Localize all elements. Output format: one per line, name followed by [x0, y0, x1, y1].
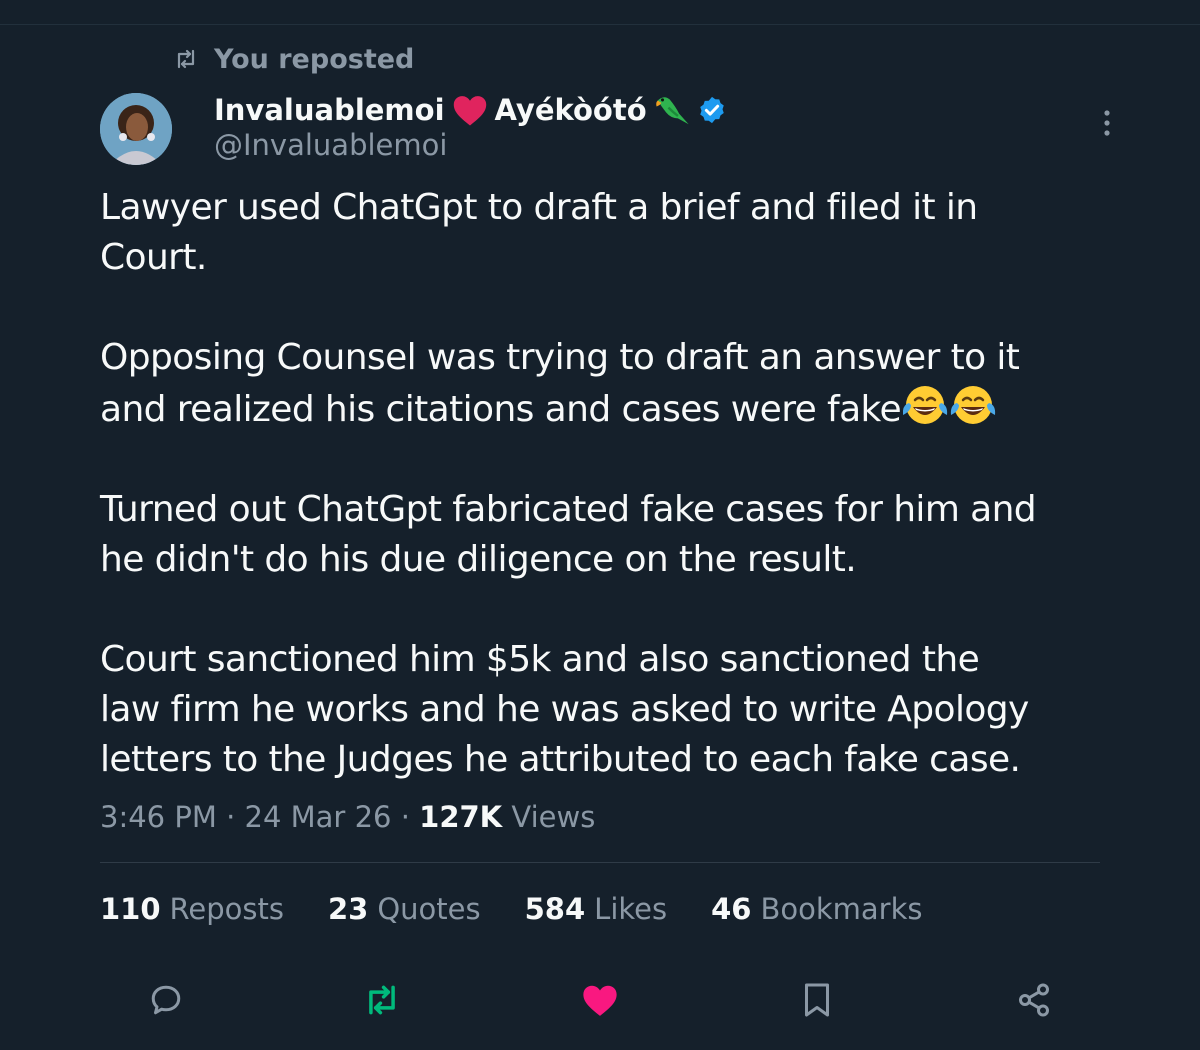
repost-icon: [369, 985, 395, 1015]
stat-bookmarks[interactable]: 46 Bookmarks: [711, 892, 922, 926]
stat-label: Likes: [594, 892, 668, 926]
author-handle[interactable]: @Invaluablemoi: [214, 128, 447, 162]
share-button[interactable]: [1010, 976, 1058, 1024]
tweet-text: Lawyer used ChatGpt to draft a brief and…: [100, 183, 1110, 785]
views-count: 127K: [419, 800, 503, 834]
stat-label: Quotes: [377, 892, 481, 926]
repost-button[interactable]: [358, 976, 406, 1024]
stat-count: 46: [711, 892, 752, 926]
like-button[interactable]: [576, 976, 624, 1024]
repost-banner-text: You reposted: [214, 43, 415, 75]
meta-separator: ·: [216, 800, 245, 834]
red-heart-icon: [453, 96, 486, 126]
stat-label: Bookmarks: [760, 892, 923, 926]
stat-quotes[interactable]: 23 Quotes: [328, 892, 481, 926]
avatar[interactable]: [100, 93, 172, 165]
author-display-name[interactable]: Invaluablemoi: [214, 93, 445, 127]
meta-separator: ·: [391, 800, 420, 834]
tweet-paragraph: Lawyer used ChatGpt to draft a brief and…: [100, 187, 978, 278]
bookmark-button[interactable]: [793, 976, 841, 1024]
like-icon: [583, 985, 617, 1016]
stat-count: 23: [327, 892, 369, 926]
reply-button[interactable]: [142, 976, 190, 1024]
tweet-paragraph: Court sanctioned him $5k and also sancti…: [100, 639, 1029, 780]
stat-likes[interactable]: 584 Likes: [525, 892, 667, 926]
laughing-crying-emoji-icon: [903, 386, 996, 424]
more-options-button[interactable]: [1092, 106, 1122, 140]
engagement-stats: 110 Reposts 23 Quotes 584 Likes 46 Bookmarks: [100, 892, 923, 926]
verified-badge-icon: [699, 96, 724, 124]
stat-label: Reposts: [169, 892, 284, 926]
stat-count: 110: [100, 892, 161, 926]
top-divider: [0, 24, 1200, 25]
tweet-paragraph: Opposing Counsel was trying to draft an …: [100, 333, 1110, 435]
stat-count: 584: [524, 892, 586, 926]
divider: [100, 862, 1100, 863]
repost-icon: [177, 49, 195, 69]
stat-reposts[interactable]: 110 Reposts: [100, 892, 284, 926]
bookmark-icon: [805, 983, 829, 1017]
repost-banner[interactable]: You reposted: [174, 40, 414, 78]
parrot-icon: [655, 97, 689, 125]
author-name-row[interactable]: Invaluablemoi Ayékòótó: [214, 88, 727, 132]
tweet-meta: 3:46 PM · 24 Mar 26 · 127K Views: [100, 800, 595, 834]
tweet-date[interactable]: 24 Mar 26: [245, 800, 392, 834]
reply-icon: [151, 985, 181, 1015]
author-name-suffix[interactable]: Ayékòótó: [495, 93, 647, 127]
tweet-paragraph-text: Opposing Counsel was trying to draft an …: [100, 337, 1020, 430]
share-icon: [1019, 983, 1049, 1017]
views-label: Views: [511, 800, 596, 834]
tweet-time[interactable]: 3:46 PM: [100, 800, 217, 834]
tweet-paragraph: Turned out ChatGpt fabricated fake cases…: [100, 489, 1037, 580]
more-vertical-icon: [1104, 110, 1110, 136]
